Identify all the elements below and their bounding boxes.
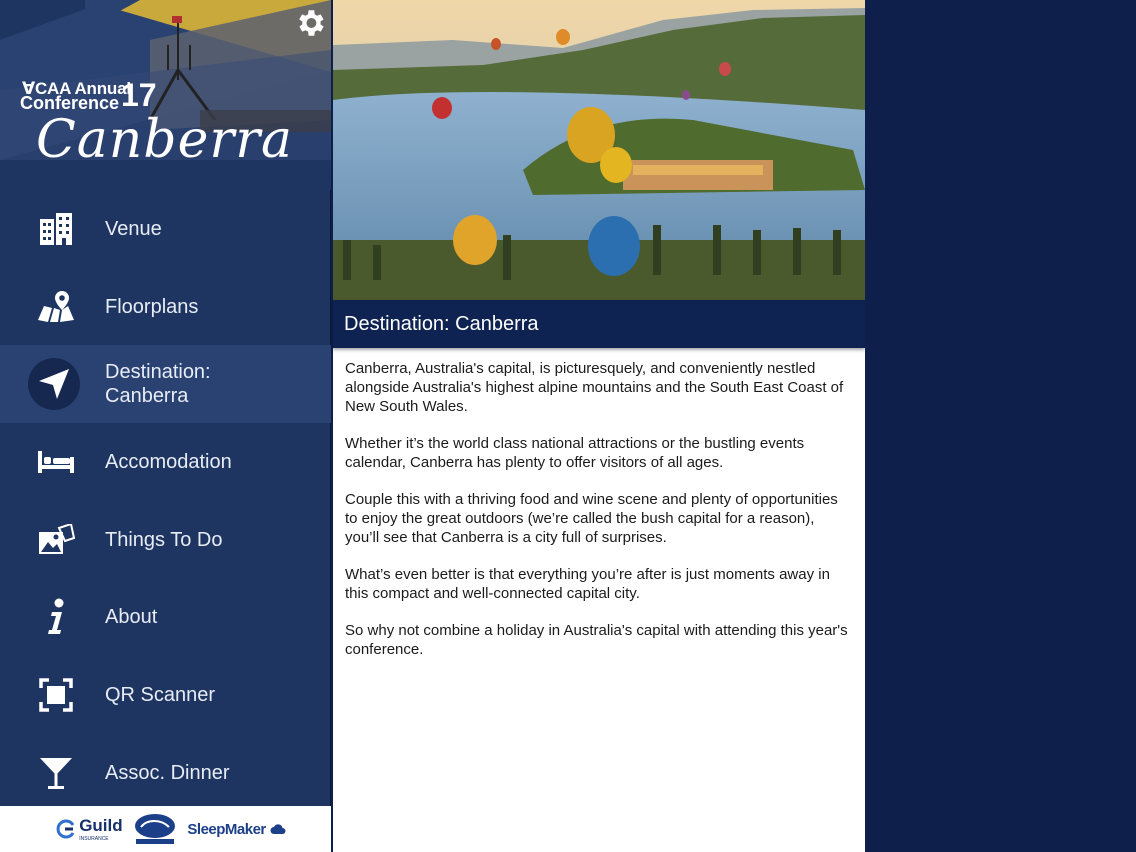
cocktail-glass-icon	[36, 753, 76, 793]
brand-year: 17	[121, 77, 157, 113]
sidebar: ⱯCAA Annual Conference 17 Canberra Venue…	[0, 0, 331, 852]
conference-banner: ⱯCAA Annual Conference 17 Canberra	[0, 0, 331, 190]
menu-label: Things To Do	[105, 528, 223, 551]
gear-icon	[299, 10, 324, 36]
info-icon	[36, 597, 76, 637]
hero-image	[333, 0, 865, 300]
settings-button[interactable]	[292, 5, 328, 41]
menu-item-about[interactable]: About	[0, 578, 331, 656]
page-title: Destination: Canberra	[344, 312, 539, 335]
sponsor-footlevelers-logo	[133, 813, 177, 845]
sponsor-sleepmaker-logo: SleepMaker	[187, 820, 286, 838]
menu-item-assoc-dinner[interactable]: Assoc. Dinner	[0, 734, 331, 812]
paragraph: Canberra, Australia's capital, is pictur…	[345, 360, 844, 415]
menu-label: Destination: Canberra	[105, 361, 211, 408]
qr-scan-icon	[36, 675, 76, 715]
building-icon	[36, 209, 76, 249]
navigation-arrow-icon	[28, 358, 80, 411]
page-title-bar: Destination: Canberra	[333, 300, 865, 348]
menu-item-destination[interactable]: Destination: Canberra	[0, 345, 331, 424]
background-fill	[865, 0, 1136, 852]
menu-item-qr-scanner[interactable]: QR Scanner	[0, 656, 331, 734]
paragraph: So why not combine a holiday in Australi…	[345, 622, 848, 658]
article-body: Canberra, Australia's capital, is pictur…	[345, 359, 850, 677]
menu-item-venue[interactable]: Venue	[0, 190, 331, 268]
sponsor-guild-logo: Guild INSURANCE	[55, 816, 123, 842]
menu-item-floorplans[interactable]: Floorplans	[0, 268, 331, 346]
sleepmaker-name: SleepMaker	[187, 820, 266, 838]
menu-label: QR Scanner	[105, 683, 216, 706]
paragraph: What’s even better is that everything yo…	[345, 566, 830, 602]
guild-logo-icon	[56, 819, 75, 839]
paragraph: Whether it’s the world class national at…	[345, 435, 805, 471]
menu-label: Accomodation	[105, 450, 232, 473]
footlevelers-logo-icon	[135, 814, 176, 844]
bed-icon	[36, 442, 76, 482]
menu-label: Floorplans	[105, 295, 199, 318]
menu-item-things-to-do[interactable]: Things To Do	[0, 501, 331, 579]
guild-name: Guild	[79, 816, 123, 835]
photo-icon	[36, 520, 76, 560]
menu-label: About	[105, 606, 158, 629]
guild-sub: INSURANCE	[79, 836, 109, 842]
paragraph: Couple this with a thriving food and win…	[345, 491, 838, 546]
content-panel: Destination: Canberra Canberra, Australi…	[333, 0, 865, 852]
sponsor-bar: Guild INSURANCE SleepMaker	[0, 806, 331, 852]
main-menu: Venue Floorplans Destination: Canberra A…	[0, 190, 331, 812]
menu-item-accomodation[interactable]: Accomodation	[0, 423, 331, 501]
menu-label: Venue	[105, 217, 162, 240]
brand-city: Canberra	[36, 110, 294, 170]
map-pin-icon	[36, 287, 76, 327]
cloud-icon	[270, 824, 286, 834]
menu-label: Assoc. Dinner	[105, 761, 230, 784]
